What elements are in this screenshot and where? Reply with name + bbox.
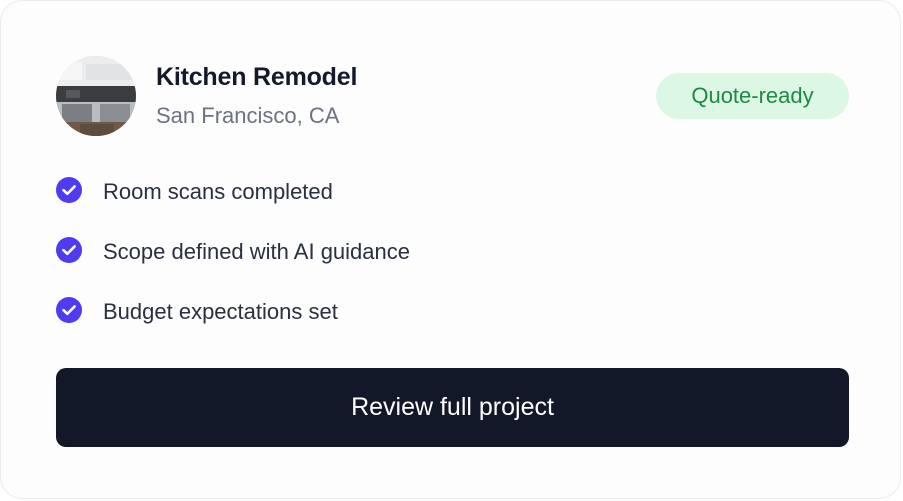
check-circle-icon [56,237,82,263]
checklist: Room scans completed Scope defined with … [56,173,756,353]
project-thumbnail [56,56,136,136]
checklist-item: Scope defined with AI guidance [56,233,756,293]
checklist-item: Budget expectations set [56,293,756,353]
check-circle-icon [56,177,82,203]
checklist-item-label: Scope defined with AI guidance [103,239,411,264]
project-title: Kitchen Remodel [156,63,358,91]
check-circle-icon [56,297,82,323]
project-card: Kitchen Remodel San Francisco, CA Quote-… [0,0,901,499]
status-badge: Quote-ready [656,73,849,119]
checklist-item-label: Room scans completed [103,179,333,204]
checklist-item-label: Budget expectations set [103,299,338,324]
review-project-button[interactable]: Review full project [56,368,849,447]
checklist-item: Room scans completed [56,173,756,233]
project-location: San Francisco, CA [156,103,340,128]
